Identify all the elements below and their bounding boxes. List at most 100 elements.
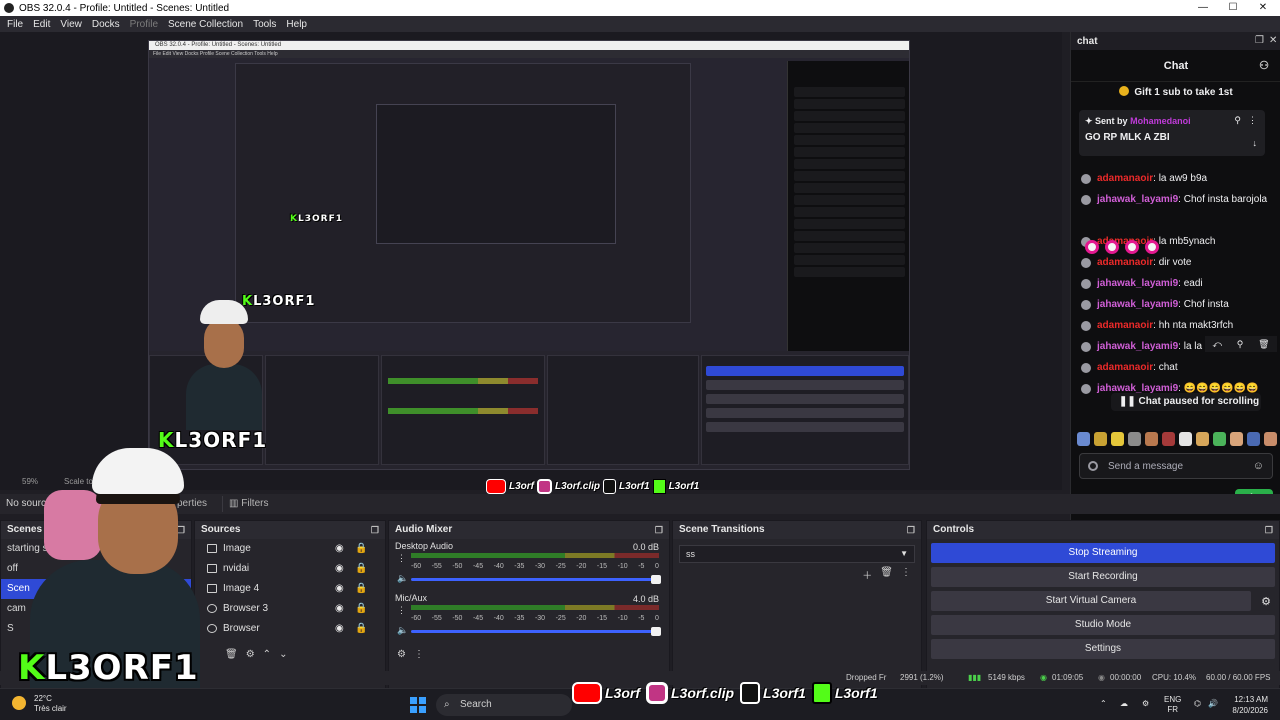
chat-message[interactable]: jahawak_layami9: Chof insta xyxy=(1081,297,1275,312)
chat-input[interactable]: Send a message ☺ xyxy=(1079,453,1273,479)
chat-paused-banner[interactable]: ❚❚ Chat paused for scrolling xyxy=(1111,393,1261,411)
menu-help[interactable]: Help xyxy=(281,19,312,30)
chat-username[interactable]: jahawak_layami9 xyxy=(1097,299,1178,310)
maximize-button[interactable]: ☐ xyxy=(1218,0,1248,16)
source-item[interactable]: Browser 3 ◉ 🔒 xyxy=(195,599,385,619)
chat-message[interactable]: adamanaoir: dir vote xyxy=(1081,255,1275,270)
windows-start-icon[interactable] xyxy=(410,697,426,713)
emote-icon[interactable] xyxy=(1162,432,1175,446)
menu-profile[interactable]: Profile xyxy=(125,19,163,30)
emote-icon[interactable] xyxy=(1094,432,1107,446)
cloud-icon[interactable]: ☁ xyxy=(1120,699,1128,709)
gift-banner[interactable]: Gift 1 sub to take 1st xyxy=(1071,86,1280,102)
lock-icon[interactable]: 🔒 xyxy=(355,559,367,579)
chat-message[interactable]: adamanaoir: la aw9 b9a xyxy=(1081,171,1275,186)
move-up-icon[interactable]: ⌃ xyxy=(263,649,271,660)
virtual-camera-gear-icon[interactable]: ⚙ xyxy=(1261,595,1271,608)
volume-slider[interactable] xyxy=(411,575,661,584)
emote-icon[interactable] xyxy=(1111,432,1124,446)
system-tray-icon[interactable]: ⚙ xyxy=(1142,699,1149,709)
undock-icon[interactable]: ❐ xyxy=(371,521,379,539)
emote-picker-icon[interactable]: ☺ xyxy=(1253,460,1264,472)
preview-canvas[interactable]: OBS 32.0.4 - Profile: Untitled - Scenes:… xyxy=(148,40,910,470)
emote-icon[interactable] xyxy=(1247,432,1260,446)
emote-icon[interactable] xyxy=(1196,432,1209,446)
visibility-eye-icon[interactable]: ◉ xyxy=(335,539,344,559)
add-icon[interactable]: ＋ xyxy=(862,567,872,582)
emote-icon[interactable] xyxy=(1077,432,1090,446)
tray-chevron-icon[interactable]: ⌃ xyxy=(1100,699,1107,709)
speaker-icon[interactable]: 🔈 xyxy=(397,573,408,584)
start-virtual-camera-button[interactable]: Start Virtual Camera xyxy=(931,591,1251,611)
menu-edit[interactable]: Edit xyxy=(28,19,55,30)
advanced-audio-gear-icon[interactable]: ⚙ xyxy=(397,649,406,660)
undock-icon[interactable]: ❐ xyxy=(1265,521,1273,539)
undock-icon[interactable]: ❐ xyxy=(1255,32,1264,50)
taskbar-search[interactable]: ⌕ Search xyxy=(436,694,572,716)
chevron-down-icon[interactable]: ↓ xyxy=(1253,138,1258,148)
filters-button[interactable]: ▥ Filters xyxy=(222,496,274,512)
volume-icon[interactable]: 🔊 xyxy=(1208,699,1218,709)
chat-username[interactable]: adamanaoir xyxy=(1097,320,1153,331)
menu-file[interactable]: File xyxy=(2,19,28,30)
chat-username[interactable]: jahawak_layami9 xyxy=(1097,341,1178,352)
chat-message[interactable]: adamanaoir: chat xyxy=(1081,360,1275,375)
taskbar-clock[interactable]: 12:13 AM 8/20/2026 xyxy=(1232,694,1268,716)
delete-icon[interactable]: 🗑 xyxy=(1258,339,1269,350)
emote-icon[interactable] xyxy=(1128,432,1141,446)
language-indicator[interactable]: ENG FR xyxy=(1164,695,1181,715)
minimize-button[interactable]: — xyxy=(1188,0,1218,16)
slider-knob[interactable] xyxy=(651,627,661,636)
options-dots-icon[interactable]: ⋮ xyxy=(397,553,406,564)
emote-icon[interactable] xyxy=(1145,432,1158,446)
visibility-eye-icon[interactable]: ◉ xyxy=(335,619,344,639)
source-item[interactable]: nvidai ◉ 🔒 xyxy=(195,559,385,579)
pinned-sender[interactable]: Mohamedanoi xyxy=(1130,116,1191,126)
reply-icon[interactable]: ⤺ xyxy=(1212,339,1222,350)
speaker-icon[interactable]: 🔈 xyxy=(397,625,408,636)
chat-username[interactable]: jahawak_layami9 xyxy=(1097,194,1178,205)
emote-icon[interactable] xyxy=(1264,432,1277,446)
transition-select[interactable]: ss ▼ xyxy=(679,545,915,563)
chat-message[interactable]: adamanaoir: hh nta makt3rfch xyxy=(1081,318,1275,333)
close-button[interactable]: ✕ xyxy=(1248,0,1278,16)
menu-view[interactable]: View xyxy=(55,19,87,30)
emote-icon[interactable] xyxy=(1213,432,1226,446)
undock-icon[interactable]: ❐ xyxy=(655,521,663,539)
lock-icon[interactable]: 🔒 xyxy=(355,579,367,599)
chat-message[interactable]: jahawak_layami9: Chof insta barojola xyxy=(1081,192,1275,207)
weather-sun-icon[interactable] xyxy=(12,696,26,710)
stop-streaming-button[interactable]: Stop Streaming xyxy=(931,543,1275,563)
move-down-icon[interactable]: ⌄ xyxy=(279,649,287,660)
chat-username[interactable]: jahawak_layami9 xyxy=(1097,278,1178,289)
start-recording-button[interactable]: Start Recording xyxy=(931,567,1275,587)
settings-button[interactable]: Settings xyxy=(931,639,1275,659)
options-dots-icon[interactable]: ⋮ xyxy=(397,605,406,616)
trash-icon[interactable]: 🗑 xyxy=(880,567,893,582)
weather-widget[interactable]: 22°C Très clair xyxy=(34,694,67,714)
transition-menu-icon[interactable]: ⋮ xyxy=(901,567,911,582)
visibility-eye-icon[interactable]: ◉ xyxy=(335,579,344,599)
source-item[interactable]: Image 4 ◉ 🔒 xyxy=(195,579,385,599)
visibility-eye-icon[interactable]: ◉ xyxy=(335,599,344,619)
preview-area[interactable]: OBS 32.0.4 - Profile: Untitled - Scenes:… xyxy=(0,32,1062,494)
chat-username[interactable]: adamanaoir xyxy=(1097,362,1153,373)
network-icon[interactable]: ⌬ xyxy=(1194,699,1201,709)
emote-icon[interactable] xyxy=(1179,432,1192,446)
trash-icon[interactable]: 🗑 xyxy=(225,649,238,660)
chat-message[interactable]: jahawak_layami9: eadi xyxy=(1081,276,1275,291)
mixer-menu-icon[interactable]: ⋮ xyxy=(414,649,424,660)
slider-knob[interactable] xyxy=(651,575,661,584)
emote-icon[interactable] xyxy=(1230,432,1243,446)
menu-scene-collection[interactable]: Scene Collection xyxy=(163,19,248,30)
studio-mode-button[interactable]: Studio Mode xyxy=(931,615,1275,635)
lock-icon[interactable]: 🔒 xyxy=(355,599,367,619)
visibility-eye-icon[interactable]: ◉ xyxy=(335,559,344,579)
gear-icon[interactable]: ⚙ xyxy=(246,649,255,660)
volume-slider[interactable] xyxy=(411,627,661,636)
menu-docks[interactable]: Docks xyxy=(87,19,125,30)
chat-username[interactable]: adamanaoir xyxy=(1097,257,1153,268)
pin-message-icon[interactable]: ⚲ xyxy=(1237,339,1244,350)
community-icon[interactable]: ⚇ xyxy=(1259,50,1269,82)
dock-close-icon[interactable]: ✕ xyxy=(1269,32,1277,50)
